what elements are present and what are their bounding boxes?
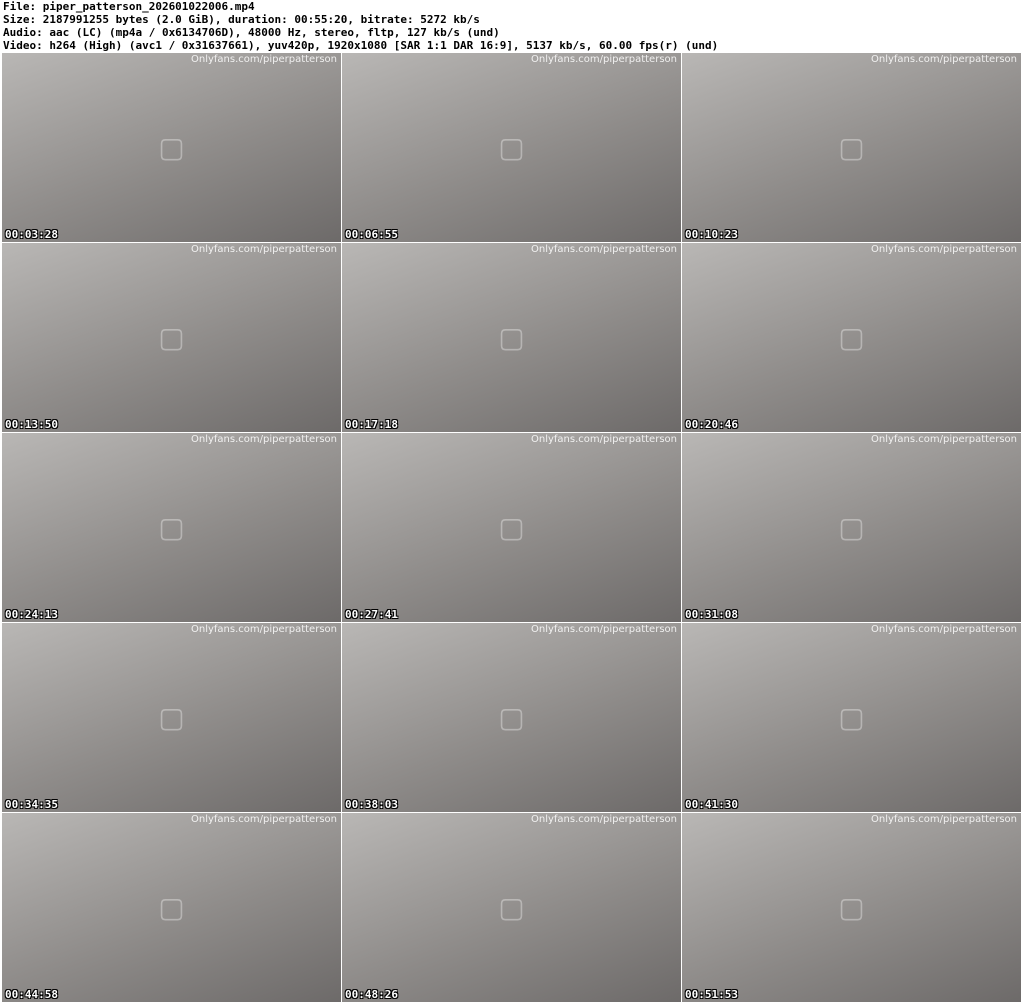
watermark: Onlyfans.com/piperpatterson <box>871 814 1017 825</box>
watermark: Onlyfans.com/piperpatterson <box>871 434 1017 445</box>
watermark: Onlyfans.com/piperpatterson <box>531 54 677 65</box>
watermark: Onlyfans.com/piperpatterson <box>191 624 337 635</box>
thumbnail-tile: ▢ Onlyfans.com/piperpatterson 00:41:30 <box>682 623 1021 812</box>
image-placeholder-icon: ▢ <box>498 511 525 544</box>
watermark: Onlyfans.com/piperpatterson <box>531 244 677 255</box>
thumbnail-timestamp: 00:48:26 <box>345 988 398 1001</box>
thumbnail-timestamp: 00:31:08 <box>685 608 738 621</box>
thumbnail-grid: ▢ Onlyfans.com/piperpatterson 00:03:28 ▢ Onl… <box>2 53 1021 1002</box>
thumbnail-timestamp: 00:06:55 <box>345 228 398 241</box>
image-placeholder-icon: ▢ <box>838 891 865 924</box>
image-placeholder-icon: ▢ <box>838 321 865 354</box>
watermark: Onlyfans.com/piperpatterson <box>191 434 337 445</box>
thumbnail-tile: ▢ Onlyfans.com/piperpatterson 00:27:41 <box>342 433 681 622</box>
thumbnail-tile: ▢ Onlyfans.com/piperpatterson 00:13:50 <box>2 243 341 432</box>
thumbnail-timestamp: 00:38:03 <box>345 798 398 811</box>
thumbnail-timestamp: 00:03:28 <box>5 228 58 241</box>
image-placeholder-icon: ▢ <box>838 701 865 734</box>
thumbnail-timestamp: 00:20:46 <box>685 418 738 431</box>
watermark: Onlyfans.com/piperpatterson <box>531 624 677 635</box>
thumbnail-tile: ▢ Onlyfans.com/piperpatterson 00:17:18 <box>342 243 681 432</box>
thumbnail-timestamp: 00:27:41 <box>345 608 398 621</box>
watermark: Onlyfans.com/piperpatterson <box>531 434 677 445</box>
watermark: Onlyfans.com/piperpatterson <box>531 814 677 825</box>
thumbnail-tile: ▢ Onlyfans.com/piperpatterson 00:31:08 <box>682 433 1021 622</box>
audio-line: Audio: aac (LC) (mp4a / 0x6134706D), 480… <box>3 26 500 39</box>
thumbnail-tile: ▢ Onlyfans.com/piperpatterson 00:44:58 <box>2 813 341 1002</box>
thumbnail-tile: ▢ Onlyfans.com/piperpatterson 00:34:35 <box>2 623 341 812</box>
thumbnail-timestamp: 00:41:30 <box>685 798 738 811</box>
image-placeholder-icon: ▢ <box>838 131 865 164</box>
image-placeholder-icon: ▢ <box>158 321 185 354</box>
image-placeholder-icon: ▢ <box>158 511 185 544</box>
file-name-line: File: piper_patterson_202601022006.mp4 <box>3 0 255 13</box>
thumbnail-timestamp: 00:13:50 <box>5 418 58 431</box>
file-info-header: File: piper_patterson_202601022006.mp4 S… <box>3 0 1021 52</box>
thumbnail-timestamp: 00:44:58 <box>5 988 58 1001</box>
thumbnail-tile: ▢ Onlyfans.com/piperpatterson 00:38:03 <box>342 623 681 812</box>
image-placeholder-icon: ▢ <box>158 131 185 164</box>
thumbnail-timestamp: 00:24:13 <box>5 608 58 621</box>
size-line: Size: 2187991255 bytes (2.0 GiB), durati… <box>3 13 480 26</box>
video-line: Video: h264 (High) (avc1 / 0x31637661), … <box>3 39 719 52</box>
image-placeholder-icon: ▢ <box>498 891 525 924</box>
watermark: Onlyfans.com/piperpatterson <box>871 624 1017 635</box>
watermark: Onlyfans.com/piperpatterson <box>191 54 337 65</box>
image-placeholder-icon: ▢ <box>498 321 525 354</box>
thumbnail-tile: ▢ Onlyfans.com/piperpatterson 00:03:28 <box>2 53 341 242</box>
thumbnail-tile: ▢ Onlyfans.com/piperpatterson 00:20:46 <box>682 243 1021 432</box>
thumbnail-tile: ▢ Onlyfans.com/piperpatterson 00:48:26 <box>342 813 681 1002</box>
thumbnail-tile: ▢ Onlyfans.com/piperpatterson 00:06:55 <box>342 53 681 242</box>
thumbnail-tile: ▢ Onlyfans.com/piperpatterson 00:10:23 <box>682 53 1021 242</box>
thumbnail-tile: ▢ Onlyfans.com/piperpatterson 00:24:13 <box>2 433 341 622</box>
watermark: Onlyfans.com/piperpatterson <box>191 814 337 825</box>
image-placeholder-icon: ▢ <box>158 701 185 734</box>
thumbnail-timestamp: 00:34:35 <box>5 798 58 811</box>
thumbnail-timestamp: 00:51:53 <box>685 988 738 1001</box>
image-placeholder-icon: ▢ <box>498 131 525 164</box>
thumbnail-tile: ▢ Onlyfans.com/piperpatterson 00:51:53 <box>682 813 1021 1002</box>
watermark: Onlyfans.com/piperpatterson <box>191 244 337 255</box>
image-placeholder-icon: ▢ <box>838 511 865 544</box>
thumbnail-timestamp: 00:10:23 <box>685 228 738 241</box>
thumbnail-timestamp: 00:17:18 <box>345 418 398 431</box>
image-placeholder-icon: ▢ <box>158 891 185 924</box>
watermark: Onlyfans.com/piperpatterson <box>871 54 1017 65</box>
watermark: Onlyfans.com/piperpatterson <box>871 244 1017 255</box>
image-placeholder-icon: ▢ <box>498 701 525 734</box>
